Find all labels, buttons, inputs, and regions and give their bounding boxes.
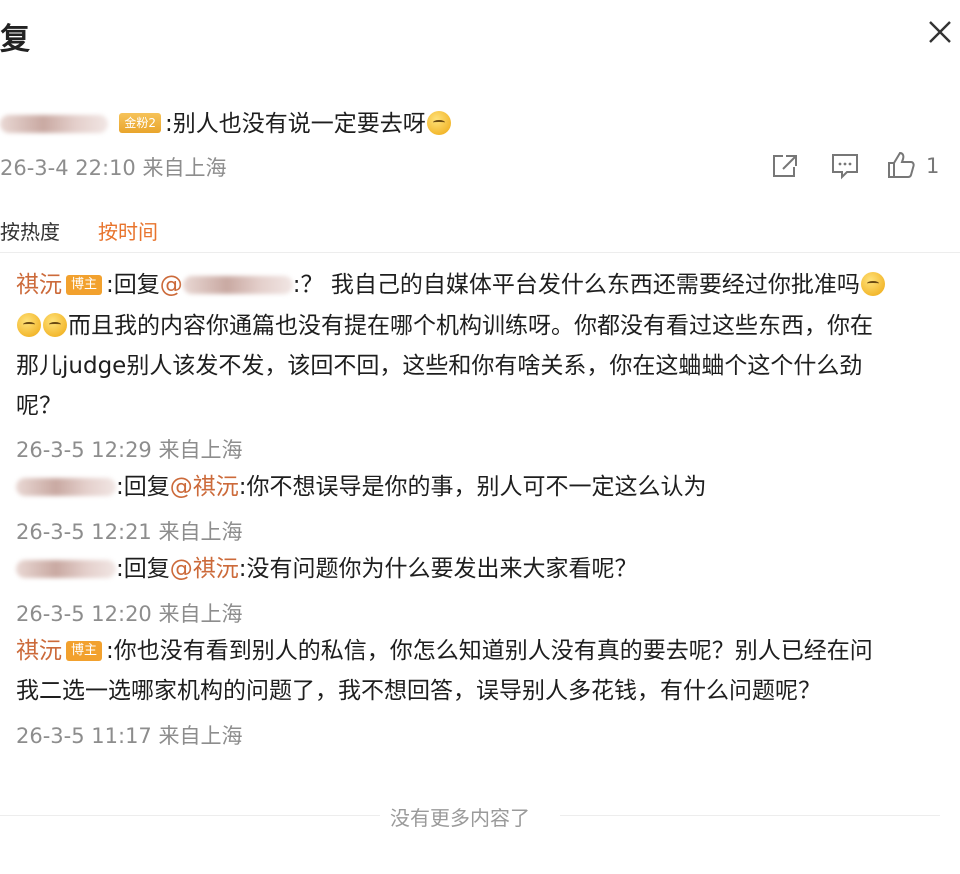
reply-author[interactable]: 祺沅: [16, 272, 62, 298]
share-icon[interactable]: [770, 152, 800, 180]
thinking-emoji-icon: [17, 313, 41, 337]
thinking-emoji-icon: [860, 272, 885, 296]
reply-line: 祺沅 博主:回复@ :？ 我自己的自媒体平台发什么东西还需要经过你批准吗: [16, 265, 886, 305]
reply-text: 而且我的内容你通篇也没有提在哪个机构训练呀。你都没有看过这些东西，你在: [68, 313, 873, 339]
laugh-cry-emoji-icon: [426, 111, 451, 135]
tab-sort-time[interactable]: 按时间: [98, 216, 158, 245]
blurred-username: [0, 115, 108, 133]
original-comment: 金粉2:别人也没有说一定要去呀: [0, 104, 452, 144]
reply-line: :回复@祺沅:没有问题你为什么要发出来大家看呢？: [16, 549, 638, 589]
divider: [0, 252, 960, 253]
reply-prefix: :回复: [116, 474, 170, 500]
blurred-username: [16, 560, 116, 578]
comment-icon[interactable]: [830, 152, 860, 180]
comment-time: 26-3-4 22:10 来自上海: [0, 156, 227, 180]
fan-badge: 金粉2: [119, 113, 161, 133]
reply-line: 我二选一选哪家机构的问题了，我不想回答，误导别人多花钱，有什么问题呢？: [16, 678, 821, 704]
reply-mention[interactable]: @: [160, 272, 183, 298]
thumbs-up-icon[interactable]: [886, 150, 916, 180]
divider: [560, 815, 940, 816]
reply-line: 而且我的内容你通篇也没有提在哪个机构训练呀。你都没有看过这些东西，你在: [16, 306, 873, 346]
blogger-badge: 博主: [66, 275, 103, 295]
no-more-content: 没有更多内容了: [390, 806, 530, 830]
blogger-badge: 博主: [66, 641, 103, 661]
reply-line: 祺沅 博主:你也没有看到别人的私信，你怎么知道别人没有真的要去呢？别人已经在问: [16, 631, 873, 671]
reply-mention[interactable]: @祺沅: [170, 556, 239, 582]
reply-line: 那儿judge别人该发不发，该回不回，这些和你有啥关系，你在这蛐蛐个这个什么劲: [16, 353, 863, 379]
comment-text: :别人也没有说一定要去呀: [164, 111, 426, 137]
reply-text: :你也没有看到别人的私信，你怎么知道别人没有真的要去呢？别人已经在问: [106, 638, 873, 664]
reply-line: 呢？: [16, 393, 62, 419]
reply-text: :你不想误导是你的事，别人可不一定这么认为: [238, 474, 707, 500]
close-icon[interactable]: [926, 18, 954, 46]
reply-text: :没有问题你为什么要发出来大家看呢？: [238, 556, 638, 582]
reply-prefix: :回复: [106, 272, 160, 298]
reply-mention[interactable]: @祺沅: [170, 474, 239, 500]
reply-time: 26-3-5 12:29 来自上海: [16, 438, 243, 462]
reply-text: :？ 我自己的自媒体平台发什么东西还需要经过你批准吗: [292, 272, 860, 298]
reply-author[interactable]: 祺沅: [16, 638, 62, 664]
blurred-username: [16, 478, 116, 496]
divider: [0, 815, 380, 816]
reply-prefix: :回复: [116, 556, 170, 582]
blurred-username: [182, 276, 293, 294]
reply-time: 26-3-5 12:20 来自上海: [16, 602, 243, 626]
tab-sort-hot[interactable]: 按热度: [0, 216, 60, 245]
reply-time: 26-3-5 11:17 来自上海: [16, 724, 243, 748]
like-count: 1: [926, 154, 940, 178]
thinking-emoji-icon: [43, 313, 67, 337]
reply-time: 26-3-5 12:21 来自上海: [16, 520, 243, 544]
reply-line: :回复@祺沅:你不想误导是你的事，别人可不一定这么认为: [16, 467, 707, 507]
page-title: 复: [0, 22, 30, 57]
